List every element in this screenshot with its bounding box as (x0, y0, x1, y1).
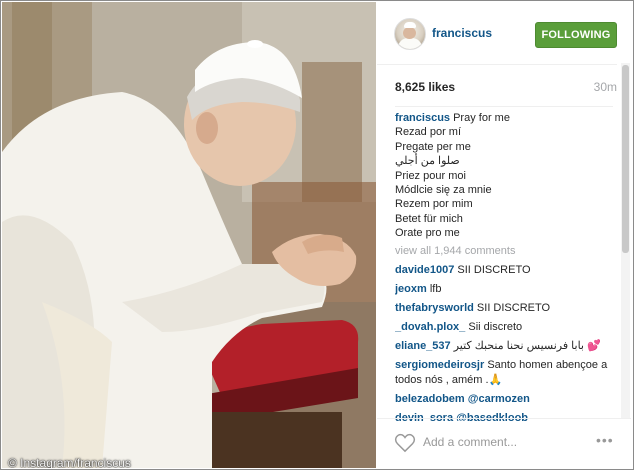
caption-author-link[interactable]: franciscus (395, 112, 450, 124)
comment-author-link[interactable]: belezadobem (395, 393, 465, 405)
comment-text: Sii discreto (468, 320, 523, 333)
comment-author-link[interactable]: _dovah.plox_ (395, 321, 465, 333)
caption-line: Rezad por mí (395, 126, 462, 139)
post-photo[interactable]: © Instagram/franciscus (2, 2, 376, 468)
comment-text: lfb (429, 282, 442, 295)
view-all-comments-link[interactable]: view all 1,944 comments (395, 243, 613, 259)
add-comment-input[interactable]: Add a comment... (423, 435, 517, 449)
caption-line: Módlcie się za mnie (395, 184, 492, 197)
photo-credit-watermark: © Instagram/franciscus (8, 456, 131, 468)
comment-author-link[interactable]: thefabrysworld (395, 302, 474, 314)
post-header: franciscus FOLLOWING (377, 2, 617, 65)
comment-text: SII DISCRETO (457, 263, 531, 276)
comment-author-link[interactable]: davide1007 (395, 264, 454, 276)
caption-line: Betet für mich (395, 212, 463, 225)
post-timestamp[interactable]: 30m (594, 80, 617, 94)
comment-author-link[interactable]: jeoxm (395, 283, 427, 295)
comment-text: SII DISCRETO (476, 301, 551, 314)
pope-praying-illustration (2, 2, 376, 468)
comment-mention-link[interactable]: @carmozen (468, 393, 530, 405)
comment-item: eliane_537 بابا فرنسيس نحنا منحبك كتير 💕 (395, 339, 613, 354)
comment-item: _dovah.plox_ Sii discreto (395, 320, 613, 335)
post-side-panel: franciscus FOLLOWING 8,625 likes 30m fra… (377, 2, 632, 468)
comment-item: belezadobem @carmozen (395, 392, 613, 407)
following-button[interactable]: FOLLOWING (535, 22, 617, 48)
comment-item: davide1007 SII DISCRETO (395, 263, 613, 278)
instagram-post-embed: © Instagram/franciscus franciscus FOLLOW… (0, 0, 634, 470)
caption-line: Pray for me (453, 112, 510, 124)
post-footer: Add a comment... ••• (377, 418, 631, 469)
comment-text: بابا فرنسيس نحنا منحبك كتير 💕 (453, 339, 601, 352)
likes-count[interactable]: 8,625 likes (395, 80, 455, 94)
caption-line: Orate pro me (395, 227, 460, 240)
comment-author-link[interactable]: eliane_537 (395, 340, 451, 352)
avatar[interactable] (394, 18, 426, 50)
more-options-icon[interactable]: ••• (596, 432, 614, 448)
comments-scrollbar[interactable] (621, 63, 630, 418)
caption-line: Priez pour moi (395, 169, 466, 182)
username-link[interactable]: franciscus (432, 26, 492, 40)
caption-line: Rezem por mim (395, 198, 473, 211)
caption-line: صلوا من أجلي (395, 155, 460, 168)
comment-item: jeoxm lfb (395, 282, 613, 297)
post-stats: 8,625 likes 30m (395, 80, 617, 94)
heart-icon[interactable] (394, 433, 416, 453)
comment-author-link[interactable]: sergiomedeirosjr (395, 359, 484, 371)
comment-item: sergiomedeirosjr Santo homen abençoe a t… (395, 358, 613, 388)
comments-list: franciscus Pray for me Rezad por mí Preg… (395, 106, 613, 421)
caption-line: Pregate per me (395, 140, 471, 153)
scrollbar-thumb[interactable] (622, 65, 629, 253)
caption: franciscus Pray for me Rezad por mí Preg… (395, 111, 613, 241)
comment-item: thefabrysworld SII DISCRETO (395, 301, 613, 316)
